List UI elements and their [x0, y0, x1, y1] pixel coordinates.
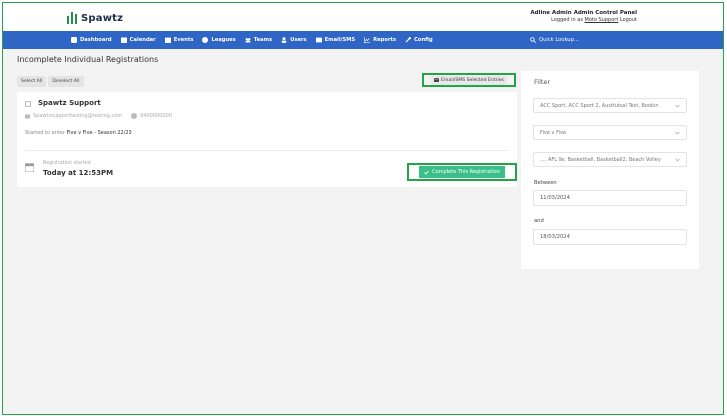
registration-started-label: Registration started	[43, 161, 91, 166]
select-all-button[interactable]: Select All	[17, 76, 47, 87]
logged-in-prefix: Logged in as	[551, 17, 583, 23]
logo-icon	[67, 12, 77, 24]
venue-select-value: ACC Sport, ACC Sport 2, Austfutsal Test,…	[540, 102, 659, 109]
registration-started-time: Today at 12:53PM	[43, 169, 114, 177]
to-date-input[interactable]: 18/03/2024	[533, 229, 687, 245]
email-sms-selected-inner: Email/SMS Selected Entries	[431, 75, 507, 85]
dashboard-icon	[71, 37, 77, 43]
nav-items: Dashboard Calendar Events Leagues Teams …	[71, 31, 433, 49]
app-frame: Spawtz Adline Admin Admin Control Panel …	[2, 2, 724, 415]
envelope-icon	[434, 78, 440, 82]
logo[interactable]: Spawtz	[67, 12, 123, 24]
sports-select-value: ..., AFL 9s, Basketball, Basketball2, Be…	[540, 156, 661, 163]
nav-item-config[interactable]: Config	[405, 37, 433, 43]
divider	[25, 150, 509, 151]
calendar-icon	[120, 37, 127, 43]
competition-select[interactable]: Five v Five	[533, 125, 687, 140]
nav-item-events[interactable]: Events	[164, 37, 194, 43]
logout-link[interactable]: Logout	[620, 17, 637, 23]
main-navbar: Dashboard Calendar Events Leagues Teams …	[3, 31, 723, 49]
search-icon	[530, 37, 536, 43]
registrant-contact: Spawtzsupporttesting@testing.com 0400000…	[25, 113, 172, 119]
nav-item-label: Reports	[373, 37, 397, 43]
email-sms-selected-button[interactable]: Email/SMS Selected Entries	[422, 73, 516, 87]
and-label: and	[534, 218, 544, 224]
started-event-name: Five v Five - Season 22/23	[66, 130, 132, 136]
chevron-down-icon	[675, 158, 680, 161]
nav-item-label: Events	[173, 37, 194, 43]
login-info: Logged in as Moto Support Logout	[530, 17, 637, 24]
complete-registration-label: Complete This Registration	[432, 169, 500, 175]
nav-item-calendar[interactable]: Calendar	[120, 37, 156, 43]
nav-item-label: Leagues	[211, 37, 236, 43]
nav-item-label: Teams	[253, 37, 273, 43]
between-label: Between	[534, 180, 557, 186]
quick-lookup-input[interactable]: Quick Lookup...	[530, 31, 579, 49]
chevron-down-icon	[675, 104, 680, 107]
teams-icon	[245, 38, 251, 43]
events-icon	[164, 37, 171, 43]
quick-lookup-placeholder: Quick Lookup...	[539, 37, 579, 43]
selection-buttons: Select All Deselect All	[17, 76, 84, 87]
nav-item-label: Calendar	[129, 37, 156, 43]
nav-item-label: Email/SMS	[324, 37, 356, 43]
nav-item-reports[interactable]: Reports	[364, 37, 396, 43]
started-prefix: Started to enter	[25, 130, 65, 136]
competition-select-value: Five v Five	[540, 129, 567, 136]
registration-checkbox[interactable]	[25, 101, 31, 107]
envelope-icon	[315, 37, 322, 43]
filter-panel: Filter ACC Sport, ACC Sport 2, Austfutsa…	[521, 71, 699, 269]
calendar-icon	[25, 163, 34, 172]
nav-item-dashboard[interactable]: Dashboard	[71, 37, 112, 43]
registrant-email: Spawtzsupporttesting@testing.com	[33, 113, 123, 119]
venue-select[interactable]: ACC Sport, ACC Sport 2, Austfutsal Test,…	[533, 98, 687, 113]
nav-item-email-sms[interactable]: Email/SMS	[315, 37, 356, 43]
nav-item-leagues[interactable]: Leagues	[202, 37, 236, 43]
header: Spawtz Adline Admin Admin Control Panel …	[3, 3, 723, 31]
user-icon	[281, 37, 287, 43]
email-sms-selected-label: Email/SMS Selected Entries	[441, 77, 504, 83]
envelope-icon	[25, 114, 30, 118]
check-icon	[424, 170, 430, 175]
logged-in-user-link[interactable]: Moto Support	[585, 17, 619, 23]
filter-title: Filter	[534, 78, 551, 86]
registrant-name: Spawtz Support	[38, 99, 101, 107]
nav-item-label: Config	[414, 37, 433, 43]
leagues-icon	[202, 37, 209, 43]
nav-item-teams[interactable]: Teams	[245, 37, 272, 43]
nav-item-label: Dashboard	[80, 37, 112, 43]
logo-text: Spawtz	[81, 12, 124, 24]
sports-select[interactable]: ..., AFL 9s, Basketball, Basketball2, Be…	[533, 152, 687, 167]
page-title: Incomplete Individual Registrations	[17, 55, 159, 64]
registrant-phone: 0400000000	[140, 113, 173, 119]
nav-item-label: Users	[290, 37, 307, 43]
started-event: Started to enter Five v Five - Season 22…	[25, 130, 132, 136]
complete-registration-button[interactable]: Complete This Registration	[407, 163, 517, 181]
nav-item-users[interactable]: Users	[281, 37, 307, 43]
wrench-icon	[405, 37, 412, 43]
deselect-all-button[interactable]: Deselect All	[48, 76, 84, 87]
panel-title: Adline Admin Admin Control Panel	[530, 10, 637, 16]
from-date-input[interactable]: 11/03/2024	[533, 190, 687, 206]
complete-registration-inner: Complete This Registration	[419, 166, 505, 178]
panel-info: Adline Admin Admin Control Panel Logged …	[530, 10, 637, 24]
chevron-down-icon	[675, 131, 680, 134]
chart-icon	[364, 37, 371, 43]
phone-icon	[131, 113, 138, 119]
